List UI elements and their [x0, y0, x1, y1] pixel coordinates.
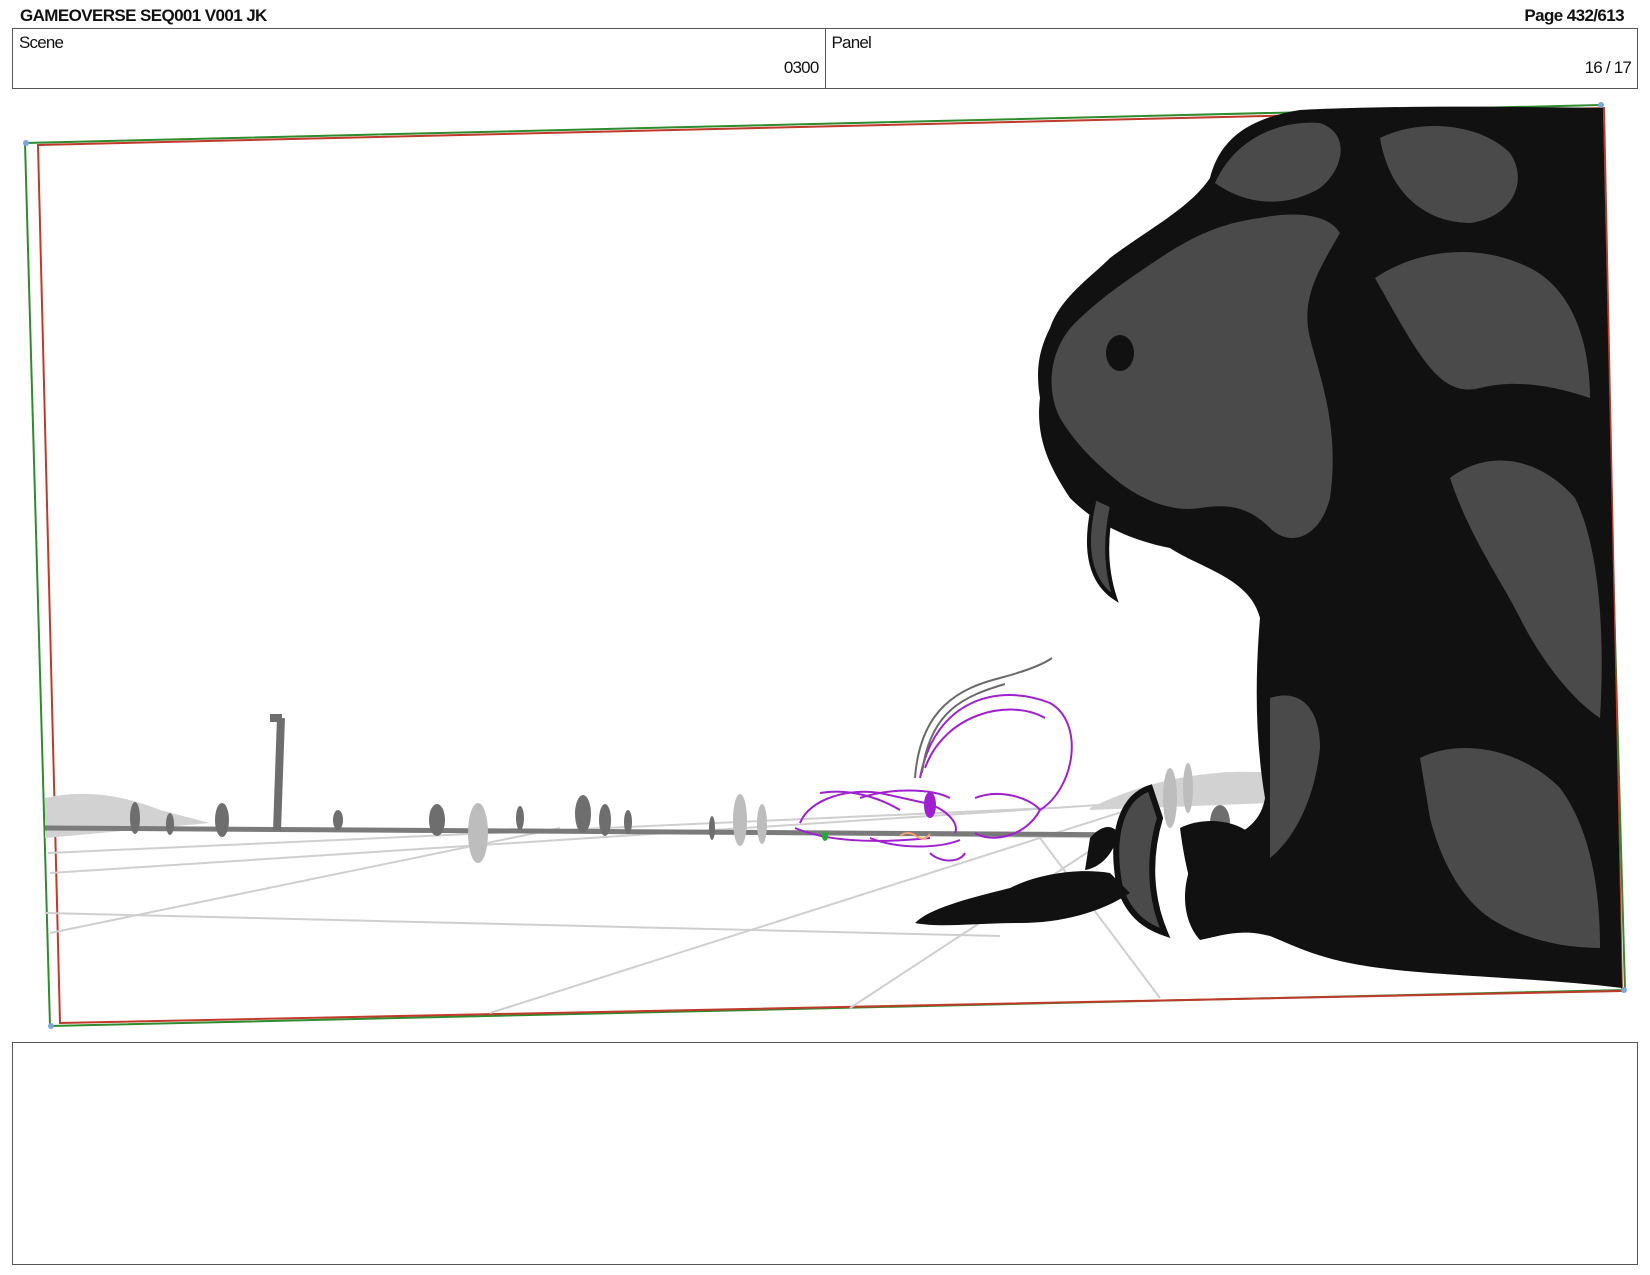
panel-cell: Panel 16 / 17: [824, 29, 1638, 88]
panel-notes-box: [12, 1042, 1638, 1265]
panel-label: Panel: [831, 33, 872, 52]
document-title: GAMEOVERSE SEQ001 V001 JK: [20, 6, 267, 25]
scene-label: Scene: [19, 33, 64, 52]
scene-panel-info-table: Scene 0300 Panel 16 / 17: [12, 28, 1638, 89]
document-header: GAMEOVERSE SEQ001 V001 JK Page 432/613: [18, 4, 1632, 28]
scene-cell: Scene 0300: [13, 29, 825, 88]
storyboard-sketch-image: [23, 102, 1627, 1029]
page-number: Page 432/613: [1524, 6, 1624, 25]
scene-value: 0300: [783, 58, 819, 77]
panel-value: 16 / 17: [1584, 58, 1632, 77]
storyboard-panel: [0, 98, 1650, 1033]
